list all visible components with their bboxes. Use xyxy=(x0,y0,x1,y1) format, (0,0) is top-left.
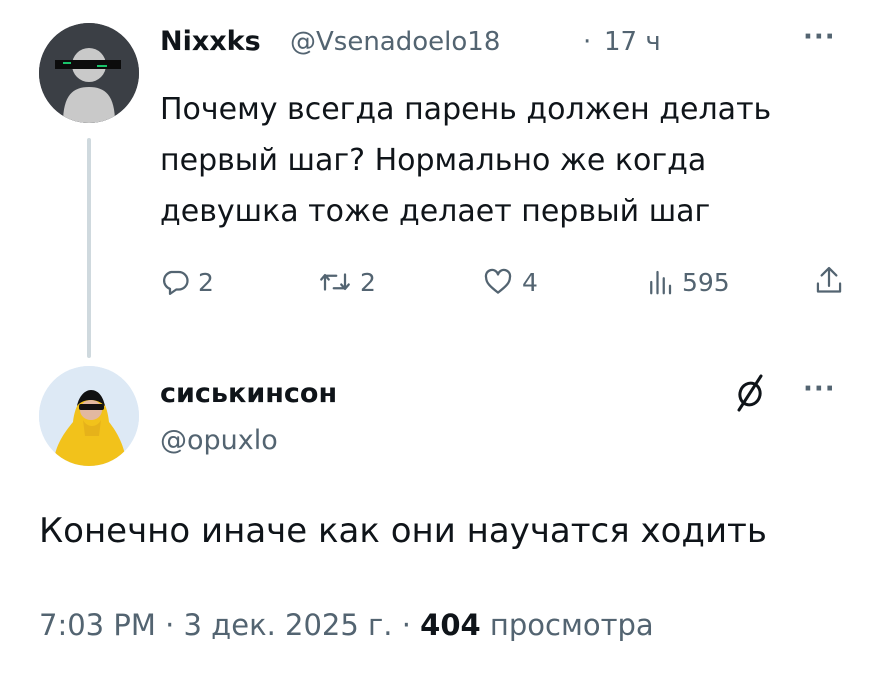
tweet1-display-name[interactable]: Nixxks xyxy=(160,26,261,57)
tweet2-views-label: просмотра xyxy=(480,608,654,642)
reply-count: 2 xyxy=(198,267,214,297)
retweet-icon xyxy=(320,273,350,291)
tweet2-more-icon[interactable]: ··· xyxy=(803,374,836,404)
retweet-count: 2 xyxy=(360,267,376,297)
badge-icon[interactable] xyxy=(733,372,767,416)
avatar-nixxks-image xyxy=(39,23,139,123)
tweet1-separator: · xyxy=(583,27,592,57)
avatar-nixxks[interactable] xyxy=(39,23,139,123)
meta-separator: · xyxy=(392,608,421,642)
views-button[interactable]: 595 xyxy=(646,267,730,297)
reply-button[interactable]: 2 xyxy=(160,267,214,297)
tweet1-more-icon[interactable]: ··· xyxy=(803,22,836,52)
retweet-button[interactable]: 2 xyxy=(318,267,376,297)
views-icon xyxy=(650,270,672,295)
tweet1-text: Почему всегда парень должен делать первы… xyxy=(160,92,772,229)
avatar-opuxlo[interactable] xyxy=(39,366,139,466)
tweet2-display-name[interactable]: сиськинсон xyxy=(160,378,337,409)
tweet1-handle[interactable]: @Vsenadoelo18 xyxy=(290,27,500,57)
tweet2-meta: 7:03 PM · 3 дек. 2025 г. · 404 просмотра xyxy=(39,608,654,642)
like-count: 4 xyxy=(522,267,538,297)
like-button[interactable]: 4 xyxy=(482,267,538,297)
tweet2-time[interactable]: 7:03 PM xyxy=(39,608,156,642)
like-icon xyxy=(484,268,512,294)
meta-separator: · xyxy=(155,608,184,642)
tweet2-text: Конечно иначе как они научатся ходить xyxy=(39,511,767,551)
share-button[interactable] xyxy=(814,265,844,297)
slashed-circle-icon xyxy=(737,374,763,412)
tweet2-handle[interactable]: @opuxlo xyxy=(160,425,278,456)
share-icon xyxy=(816,266,842,293)
tweet1-timestamp[interactable]: 17 ч xyxy=(604,27,661,57)
tweet2-date[interactable]: 3 дек. 2025 г. xyxy=(184,608,393,642)
tweet2-views-count[interactable]: 404 xyxy=(420,608,481,642)
reply-icon xyxy=(163,270,189,295)
thread-connector-line xyxy=(87,138,91,358)
view-count: 595 xyxy=(682,267,730,297)
avatar-opuxlo-image xyxy=(39,366,139,466)
